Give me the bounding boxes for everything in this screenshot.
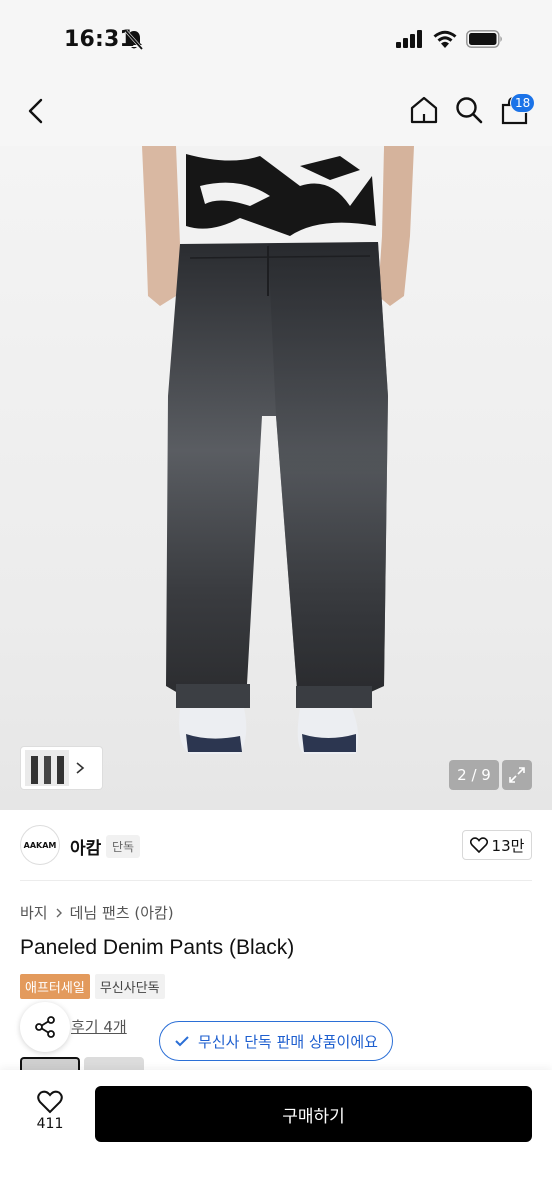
search-icon[interactable] [454,95,484,125]
wishlist-count: 411 [36,1116,64,1132]
product-title: Paneled Denim Pants (Black) [20,936,295,959]
breadcrumb-subcategory[interactable]: 데님 팬츠 (아캄) [70,902,174,923]
image-thumbnail-strip[interactable] [20,746,103,790]
chevron-right-icon [56,908,62,917]
brand-name[interactable]: 아캄 [70,834,101,859]
product-photo [142,146,414,754]
thumbnail-image [25,750,69,786]
cellular-signal-icon [396,30,422,48]
review-thumbnail[interactable] [20,1057,80,1071]
status-bar: 16:31 [0,0,552,80]
cart-count-badge: 18 [510,93,536,113]
share-icon [35,1016,55,1038]
breadcrumb-category[interactable]: 바지 [20,902,48,923]
expand-image-button[interactable] [502,760,532,790]
badge-musinsa-exclusive: 무신사단독 [94,974,165,999]
brand-exclusive-tag: 단독 [106,835,141,858]
buy-button[interactable]: 구매하기 [95,1086,532,1142]
badge-after-sale: 애프터세일 [20,974,90,999]
heart-icon [37,1090,63,1114]
review-thumbnail[interactable] [84,1057,144,1071]
exclusive-notice-pill: 무신사 단독 판매 상품이에요 [159,1021,393,1061]
review-thumbnails [20,1057,144,1071]
brand-like-button[interactable]: 13만 [462,830,532,860]
brand-like-count: 13만 [491,836,525,855]
exclusive-notice-text: 무신사 단독 판매 상품이에요 [198,1032,378,1051]
expand-icon [509,767,525,783]
back-arrow-icon[interactable] [22,94,52,128]
brand-logo[interactable]: AAKAM [20,825,60,865]
bell-off-icon [124,30,144,50]
check-icon [175,1036,189,1047]
product-badges: 애프터세일 무신사단독 [20,974,165,999]
heart-icon [469,837,488,853]
breadcrumb: 바지 데님 팬츠 (아캄) [20,902,174,923]
divider [20,880,532,881]
image-page-indicator: 2 / 9 [449,760,499,790]
wishlist-button[interactable]: 411 [30,1090,70,1140]
chevron-right-icon [76,762,85,774]
battery-icon [466,30,502,48]
home-icon[interactable] [409,95,439,125]
wifi-icon [433,30,457,48]
review-count-link[interactable]: 후기 4개 [71,1016,127,1037]
product-image[interactable] [0,146,552,810]
share-button[interactable] [20,1002,70,1052]
